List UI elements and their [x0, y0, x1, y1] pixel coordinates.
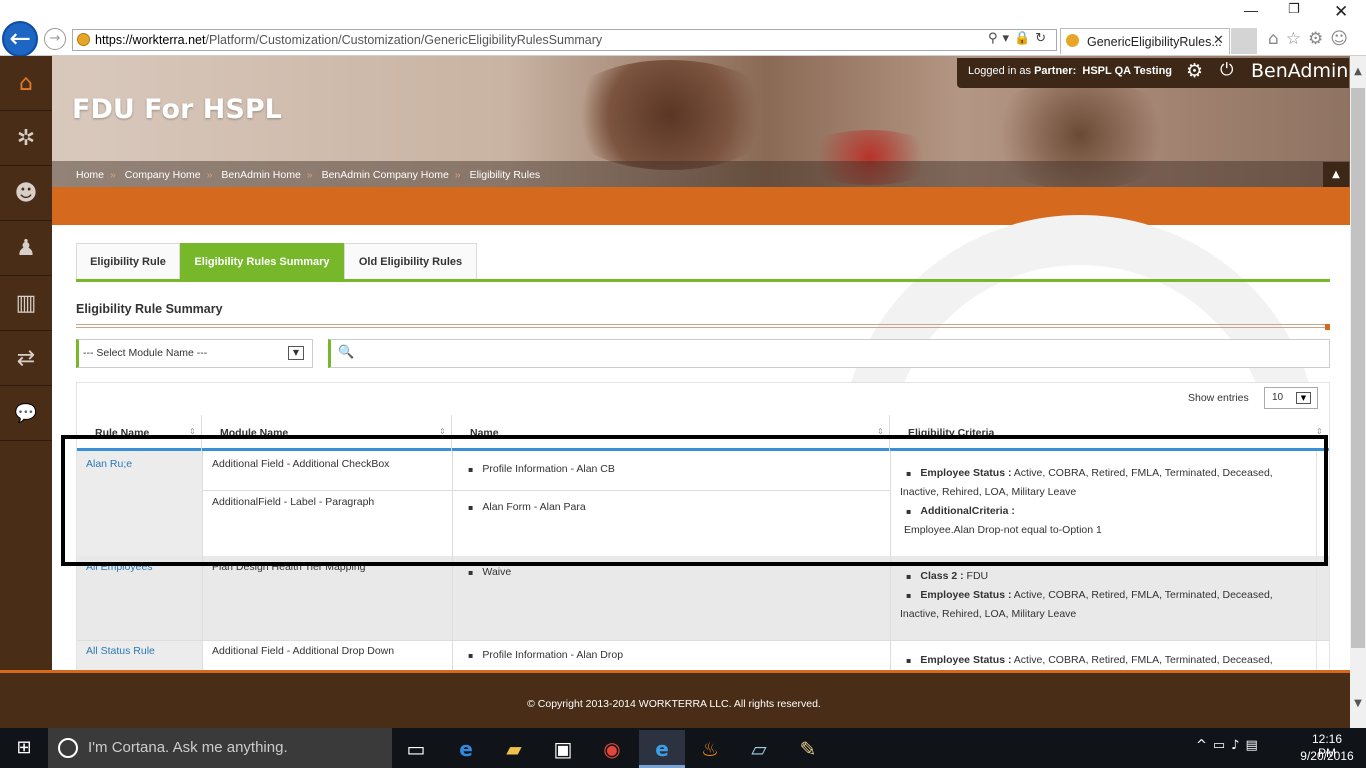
firefox-icon[interactable]: ♨ [687, 730, 733, 768]
breadcrumb-separator: » [454, 169, 461, 181]
minimize-button[interactable]: — [1244, 2, 1258, 18]
scrollbar-thumb[interactable] [1351, 88, 1365, 648]
section-divider [76, 324, 1330, 328]
tab-eligibility-rules-summary[interactable]: Eligibility Rules Summary [180, 243, 344, 279]
criteria-line: Class 2 : FDU [906, 567, 988, 586]
breadcrumb-benadmin-company-home[interactable]: BenAdmin Company Home [322, 169, 449, 181]
criteria-value: FDU [966, 570, 989, 582]
user-star-icon[interactable]: ☻ [0, 166, 52, 221]
criteria-value: Active, COBRA, Retired, FMLA, Terminated… [1013, 589, 1273, 601]
criteria-line: Employee Status : Active, COBRA, Retired… [906, 651, 1273, 670]
banner-image-decoration [560, 60, 780, 170]
tab-close-icon[interactable]: ✕ [1213, 32, 1224, 48]
url-domain: https://workterra.net [95, 33, 206, 47]
left-sidebar: ⌂ ✲ ☻ ♟ ▥ ⇄ 💬 [0, 56, 52, 673]
brand-logo: BenAdmin [1251, 60, 1349, 82]
chevron-down-icon[interactable]: ▼ [288, 346, 304, 360]
ie-icon[interactable]: e [639, 730, 685, 768]
breadcrumb-separator: » [110, 169, 116, 181]
section-title: Eligibility Rule Summary [76, 302, 223, 316]
tab-eligibility-rule[interactable]: Eligibility Rule [76, 243, 180, 279]
criteria-label: Employee Status : [920, 589, 1012, 601]
criteria-label: Class 2 : [920, 570, 964, 582]
rule-name-link[interactable]: All Status Rule [86, 642, 155, 661]
browser-tab[interactable]: GenericEligibilityRules... [1060, 28, 1230, 54]
breadcrumb-home[interactable]: Home [76, 169, 104, 181]
company-title: FDU For HSPL [72, 94, 282, 125]
url-path: /Platform/Customization/Customization/Ge… [205, 33, 603, 47]
partner-label: Partner: [1034, 65, 1077, 77]
puzzle-icon[interactable]: ✲ [0, 111, 52, 166]
chart-icon[interactable]: ▥ [0, 276, 52, 331]
name-cell: Profile Information - Alan Drop [468, 646, 623, 665]
row-divider [77, 640, 1329, 641]
module-name-cell: Additional Field - Additional Drop Down [212, 645, 395, 657]
system-tray-icons[interactable]: ^▭♪▤ [1196, 738, 1264, 753]
site-favicon-icon [77, 33, 90, 46]
criteria-line: Employee Status : Active, COBRA, Retired… [906, 586, 1273, 605]
highlight-annotation-box [61, 435, 1328, 566]
task-view-icon[interactable]: ▭ [393, 730, 439, 768]
edge-icon[interactable]: e [443, 730, 489, 768]
orange-band [52, 187, 1350, 225]
chat-icon[interactable]: 💬 [0, 386, 52, 441]
store-icon[interactable]: ▣ [540, 730, 586, 768]
partner-name: HSPL QA Testing [1082, 65, 1173, 77]
home-icon[interactable]: ⌂ [0, 56, 52, 111]
restore-button[interactable]: ❐ [1288, 2, 1300, 17]
search-icon: 🔍 [338, 345, 355, 360]
copyright-text: © Copyright 2013-2014 WORKTERRA LLC. All… [527, 698, 821, 710]
breadcrumb-separator: » [306, 169, 313, 181]
breadcrumb-company-home[interactable]: Company Home [125, 169, 201, 181]
module-name-select[interactable]: --- Select Module Name --- [76, 339, 313, 368]
address-bar[interactable]: https://workterra.net/Platform/Customiza… [72, 29, 1057, 51]
search-input[interactable] [328, 339, 1330, 368]
breadcrumb-eligibility-rules[interactable]: Eligibility Rules [470, 169, 541, 181]
start-button[interactable]: ⊞ [0, 728, 48, 768]
user-icon[interactable]: ♟ [0, 221, 52, 276]
login-info: Logged in as Partner: HSPL QA Testing [968, 65, 1172, 77]
notepad-icon[interactable]: ▱ [736, 730, 782, 768]
paint-icon[interactable]: ✎ [785, 730, 831, 768]
scroll-down-icon[interactable]: ▼ [1350, 698, 1366, 709]
back-button[interactable]: ← [2, 21, 38, 57]
close-window-button[interactable]: ✕ [1334, 2, 1348, 22]
section-divider-marker [1325, 324, 1330, 330]
transfer-icon[interactable]: ⇄ [0, 331, 52, 386]
cortana-icon [58, 738, 78, 758]
criteria-label: Employee Status : [920, 654, 1012, 666]
breadcrumb-benadmin-home[interactable]: BenAdmin Home [221, 169, 300, 181]
login-prefix: Logged in as [968, 65, 1031, 77]
tab-old-eligibility-rules[interactable]: Old Eligibility Rules [344, 243, 477, 279]
chevron-down-icon[interactable]: ▼ [1296, 392, 1311, 404]
scroll-up-icon[interactable]: ▲ [1350, 66, 1366, 77]
breadcrumb: Home » Company Home » BenAdmin Home » BenAd… [76, 169, 546, 181]
criteria-value: Inactive, Rehired, LOA, Military Leave [900, 608, 1077, 620]
tab-favicon-icon [1066, 34, 1079, 47]
clock-date[interactable]: 9/20/2016 [1297, 749, 1357, 763]
gear-icon[interactable]: ⚙ [1186, 60, 1203, 82]
cortana-search-box[interactable]: I'm Cortana. Ask me anything. [48, 728, 392, 768]
chrome-icon[interactable]: ◉ [589, 730, 635, 768]
forward-button[interactable]: → [44, 28, 66, 50]
file-explorer-icon[interactable]: ▰ [491, 730, 537, 768]
collapse-header-button[interactable]: ▲ [1323, 162, 1349, 187]
criteria-value: Active, COBRA, Retired, FMLA, Terminated… [1013, 654, 1273, 666]
breadcrumb-separator: » [206, 169, 213, 181]
power-icon[interactable]: ⏻ [1220, 60, 1233, 80]
address-tools-icons[interactable]: ⚲▾🔒↻ [988, 31, 1051, 46]
show-entries-label: Show entries [1188, 392, 1249, 404]
new-tab-button[interactable] [1231, 28, 1257, 54]
browser-home-fav-settings-icons[interactable]: ⌂☆⚙☺ [1268, 29, 1355, 49]
